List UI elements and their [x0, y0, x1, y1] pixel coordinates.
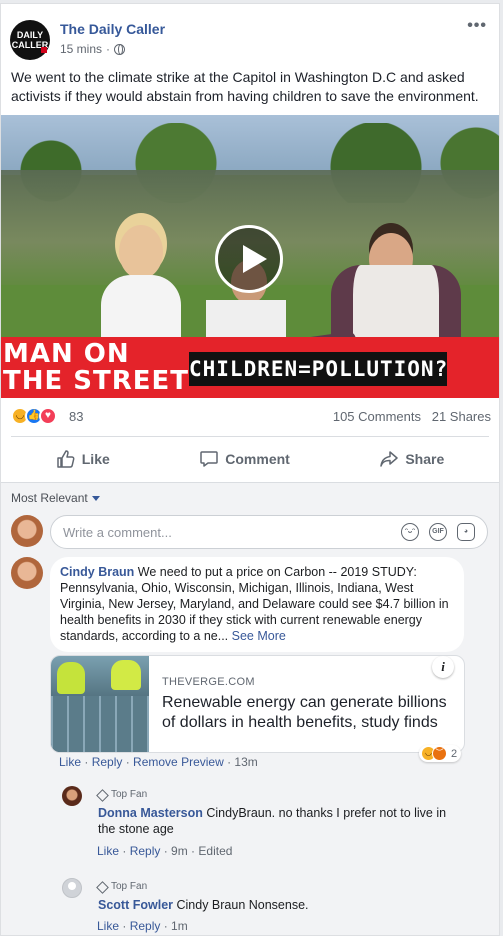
- reply-author[interactable]: Donna Masterson: [98, 806, 203, 820]
- reply-time[interactable]: 9m: [171, 844, 188, 858]
- banner-left-text: MAN ON THE STREET: [3, 339, 190, 396]
- action-bar: Like Comment Share: [11, 442, 489, 476]
- video-player[interactable]: MAN ON THE STREET CHILDREN=POLLUTION?: [1, 115, 499, 398]
- sort-label: Most Relevant: [11, 491, 88, 505]
- post-timestamp[interactable]: 15 mins: [60, 42, 102, 56]
- reply-text: Cindy Braun Nonsense.: [173, 898, 309, 912]
- input-icons: ᵔᴗᵔ GIF ◕: [401, 523, 475, 541]
- link-preview[interactable]: THEVERGE.COM Renewable energy can genera…: [50, 655, 465, 753]
- solar-panel: [51, 696, 149, 752]
- dot-separator: ·: [119, 844, 130, 858]
- reply-meta: Like · Reply · 9m · Edited: [97, 844, 232, 858]
- more-options-icon[interactable]: •••: [467, 17, 487, 35]
- worker-figure: [57, 662, 85, 694]
- scott-avatar[interactable]: [62, 878, 82, 898]
- see-more-link[interactable]: See More: [232, 629, 286, 643]
- reply-time[interactable]: 1m: [171, 919, 188, 933]
- donna-avatar[interactable]: [62, 786, 82, 806]
- post-text: We went to the climate strike at the Cap…: [11, 69, 479, 104]
- comment-reactions[interactable]: ◡ ︶ 2: [419, 745, 462, 762]
- link-title: Renewable energy can generate billions o…: [162, 694, 447, 731]
- reply-like-link[interactable]: Like: [97, 919, 119, 933]
- comment-author[interactable]: Cindy Braun: [60, 565, 134, 579]
- angry-icon: ︶: [432, 746, 447, 761]
- shares-count[interactable]: 21 Shares: [432, 409, 491, 424]
- dot-separator: ·: [122, 755, 134, 769]
- page-avatar[interactable]: DAILY CALLER: [10, 20, 50, 60]
- gif-icon[interactable]: GIF: [429, 523, 447, 541]
- reply-bubble: Top Fan Donna Masterson CindyBraun. no t…: [89, 781, 464, 841]
- dot-separator: ·: [160, 919, 172, 933]
- comment-bubble: Cindy Braun We need to put a price on Ca…: [50, 557, 464, 652]
- comments-count[interactable]: 105 Comments: [333, 409, 421, 424]
- sort-dropdown[interactable]: Most Relevant: [11, 491, 100, 505]
- reaction-count[interactable]: 83: [69, 409, 83, 424]
- cindy-avatar[interactable]: [11, 557, 43, 589]
- current-user-avatar[interactable]: [11, 515, 43, 547]
- meta-separator: ·: [106, 42, 111, 56]
- diamond-icon: [96, 788, 109, 802]
- sticker-icon[interactable]: ◕: [457, 523, 475, 541]
- reply-meta: Like · Reply · 1m: [97, 919, 188, 933]
- caret-down-icon: [91, 496, 100, 502]
- link-domain: THEVERGE.COM: [162, 676, 255, 688]
- badge-label: Top Fan: [111, 881, 148, 892]
- dot-separator: ·: [187, 844, 199, 858]
- dot-separator: ·: [160, 844, 172, 858]
- reply-author[interactable]: Scott Fowler: [98, 898, 173, 912]
- badge-label: Top Fan: [111, 789, 148, 800]
- reply-like-link[interactable]: Like: [97, 844, 119, 858]
- top-fan-badge: Top Fan: [96, 787, 455, 803]
- share-button[interactable]: Share: [379, 449, 444, 469]
- info-icon[interactable]: i: [432, 656, 454, 678]
- play-icon[interactable]: [215, 225, 283, 293]
- comment-like-link[interactable]: Like: [59, 755, 81, 769]
- interviewee-body: [101, 275, 181, 345]
- reactions-row: ◡ 👍 ♥ 83 105 Comments 21 Shares: [11, 407, 491, 427]
- like-button[interactable]: Like: [56, 449, 110, 469]
- share-label: Share: [405, 451, 445, 467]
- worker-figure: [111, 660, 141, 690]
- interviewer-body: [331, 265, 461, 340]
- divider: [11, 436, 489, 437]
- comment-meta: Like · Reply · Remove Preview · 13m: [59, 755, 258, 769]
- comment-input-box[interactable]: ᵔᴗᵔ GIF ◕: [50, 515, 488, 549]
- globe-icon[interactable]: [114, 43, 126, 55]
- share-icon: [380, 451, 399, 467]
- reply-reply-link[interactable]: Reply: [130, 844, 161, 858]
- reply-reply-link[interactable]: Reply: [130, 919, 161, 933]
- logo-line1: DAILY: [16, 30, 44, 40]
- diamond-icon: [96, 880, 109, 894]
- post-card: DAILY CALLER The Daily Caller 15 mins · …: [0, 3, 500, 936]
- flag-icon: [41, 47, 47, 53]
- reaction-icons[interactable]: ◡ 👍 ♥: [11, 407, 57, 425]
- edited-label[interactable]: Edited: [198, 844, 232, 858]
- comment-button[interactable]: Comment: [199, 449, 290, 469]
- like-label: Like: [81, 451, 110, 467]
- interviewee-head: [119, 225, 163, 279]
- comment-reaction-count: 2: [451, 747, 458, 760]
- dot-separator: ·: [119, 919, 130, 933]
- remove-preview-link[interactable]: Remove Preview: [133, 755, 224, 769]
- dot-separator: ·: [81, 755, 92, 769]
- comment-reply-link[interactable]: Reply: [92, 755, 123, 769]
- top-fan-badge: Top Fan: [96, 879, 317, 895]
- comment-label: Comment: [225, 451, 290, 467]
- reply-bubble: Top Fan Scott Fowler Cindy Braun Nonsens…: [89, 873, 326, 917]
- link-preview-image: [51, 656, 149, 752]
- banner-right-text: CHILDREN=POLLUTION?: [189, 352, 447, 386]
- comment-icon: [200, 451, 219, 467]
- emoji-icon[interactable]: ᵔᴗᵔ: [401, 523, 419, 541]
- thumbs-up-icon: [57, 450, 75, 468]
- comment-time[interactable]: 13m: [234, 755, 257, 769]
- video-banner: MAN ON THE STREET CHILDREN=POLLUTION?: [1, 337, 499, 398]
- comment-input[interactable]: [63, 522, 383, 542]
- love-icon: ♥: [39, 407, 57, 425]
- page-name-link[interactable]: The Daily Caller: [60, 21, 165, 37]
- dot-separator: ·: [223, 755, 235, 769]
- post-meta: 15 mins ·: [60, 42, 126, 56]
